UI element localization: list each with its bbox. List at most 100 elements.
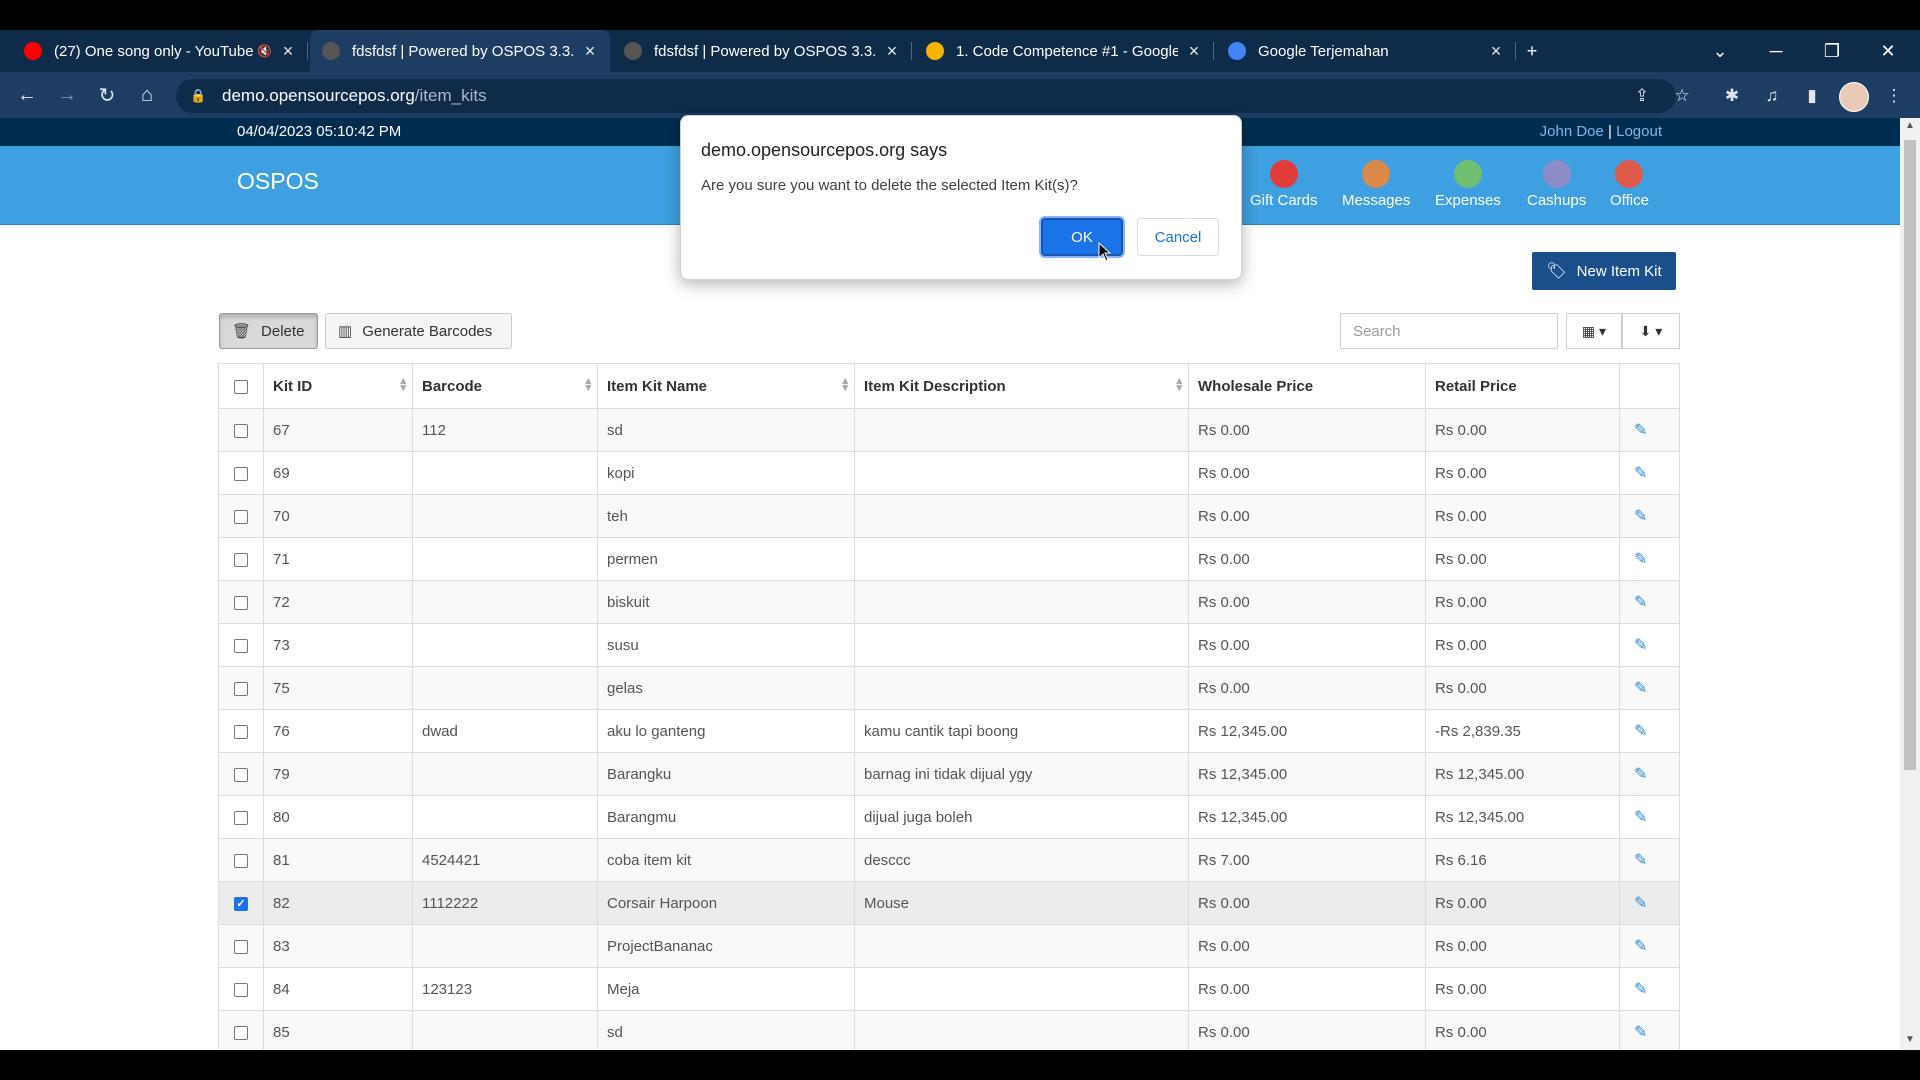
minimize-icon[interactable]: ─	[1748, 30, 1804, 72]
row-checkbox[interactable]: ✓	[234, 896, 248, 911]
edit-icon[interactable]: ✎	[1634, 809, 1647, 826]
tab-search-icon[interactable]: ⌄	[1692, 30, 1748, 72]
close-tab-icon[interactable]: ×	[1486, 41, 1506, 62]
edit-icon[interactable]: ✎	[1634, 852, 1647, 869]
edit-icon[interactable]: ✎	[1634, 680, 1647, 697]
close-tab-icon[interactable]: ×	[278, 41, 298, 62]
column-header[interactable]: Barcode ▴ ▾	[412, 363, 598, 409]
row-checkbox[interactable]	[234, 939, 248, 954]
close-tab-icon[interactable]: ×	[882, 41, 902, 62]
edit-icon[interactable]: ✎	[1634, 766, 1647, 783]
columns-dropdown[interactable]: ▦ ▾	[1566, 313, 1622, 349]
table-row[interactable]: 73 susu Rs 0.00 Rs 0.00 ✎	[218, 623, 1680, 667]
table-row[interactable]: 85 sd Rs 0.00 Rs 0.00 ✎	[218, 1010, 1680, 1050]
table-row[interactable]: ✓ 82 1112222 Corsair Harpoon Mouse Rs 0.00 Rs …	[218, 881, 1680, 925]
home-icon[interactable]: ⌂	[130, 78, 164, 112]
close-tab-icon[interactable]: ×	[1184, 41, 1204, 62]
edit-icon[interactable]: ✎	[1634, 938, 1647, 955]
close-window-icon[interactable]: ✕	[1860, 30, 1916, 72]
close-tab-icon[interactable]: ×	[580, 41, 600, 62]
column-header[interactable]: Kit ID ▴ ▾	[263, 363, 413, 409]
row-checkbox[interactable]	[234, 595, 248, 610]
cell-barcode: 112	[412, 408, 598, 452]
select-all-checkbox[interactable]	[234, 379, 248, 394]
reload-icon[interactable]: ↻	[90, 78, 124, 112]
extensions-icon[interactable]: ✱	[1716, 80, 1748, 112]
search-input[interactable]	[1340, 313, 1558, 349]
bookmark-star-icon[interactable]: ☆	[1666, 80, 1698, 112]
browser-tab[interactable]: fdsfdsf | Powered by OSPOS 3.3.8 ×	[310, 30, 610, 72]
row-select-cell	[218, 451, 264, 495]
browser-tab[interactable]: fdsfdsf | Powered by OSPOS 3.3.8 ×	[612, 30, 912, 72]
row-actions-cell: ✎	[1619, 494, 1680, 538]
table-row[interactable]: 79 Barangku barnag ini tidak dijual ygy Rs …	[218, 752, 1680, 796]
table-row[interactable]: 84 123123 Meja Rs 0.00 Rs 0.00 ✎	[218, 967, 1680, 1011]
delete-button[interactable]: 🗑 Delete	[219, 313, 318, 349]
table-row[interactable]: 72 biskuit Rs 0.00 Rs 0.00 ✎	[218, 580, 1680, 624]
scroll-down-icon[interactable]: ▼	[1903, 1034, 1917, 1045]
logout-link[interactable]: Logout	[1616, 123, 1662, 140]
profile-avatar[interactable]	[1839, 82, 1869, 112]
column-header[interactable]: Item Kit Name ▴ ▾	[597, 363, 855, 409]
edit-icon[interactable]: ✎	[1634, 637, 1647, 654]
row-checkbox[interactable]	[234, 466, 248, 481]
edit-icon[interactable]: ✎	[1634, 1024, 1647, 1041]
edit-icon[interactable]: ✎	[1634, 465, 1647, 482]
browser-tab[interactable]: 1. Code Competence #1 - Google ×	[914, 30, 1214, 72]
edit-icon[interactable]: ✎	[1634, 594, 1647, 611]
nav-expenses[interactable]: Expenses	[1435, 160, 1501, 209]
edit-icon[interactable]: ✎	[1634, 981, 1647, 998]
row-checkbox[interactable]	[234, 1025, 248, 1040]
row-checkbox[interactable]	[234, 767, 248, 782]
column-header[interactable]: Item Kit Description ▴ ▾	[854, 363, 1189, 409]
row-checkbox[interactable]	[234, 681, 248, 696]
edit-icon[interactable]: ✎	[1634, 508, 1647, 525]
scrollbar-thumb[interactable]	[1904, 140, 1916, 770]
brand-logo[interactable]: OSPOS	[237, 168, 319, 195]
row-checkbox[interactable]	[234, 423, 248, 438]
row-checkbox[interactable]	[234, 982, 248, 997]
table-row[interactable]: 76 dwad aku lo ganteng kamu cantik tapi boo…	[218, 709, 1680, 753]
table-row[interactable]: 75 gelas Rs 0.00 Rs 0.00 ✎	[218, 666, 1680, 710]
nav-messages[interactable]: Messages	[1342, 160, 1410, 209]
cell-name: ProjectBananac	[597, 924, 855, 968]
edit-icon[interactable]: ✎	[1634, 551, 1647, 568]
media-control-icon[interactable]: ♫	[1756, 80, 1788, 112]
muted-speaker-icon[interactable]: 🔇	[257, 44, 272, 58]
row-checkbox[interactable]	[234, 853, 248, 868]
table-row[interactable]: 80 Barangmu dijual juga boleh Rs 12,345.00 R…	[218, 795, 1680, 839]
forward-icon[interactable]: →	[50, 78, 84, 112]
row-checkbox[interactable]	[234, 638, 248, 653]
share-icon[interactable]: ⇪	[1626, 80, 1658, 112]
table-row[interactable]: 67 112 sd Rs 0.00 Rs 0.00 ✎	[218, 408, 1680, 452]
edit-icon[interactable]: ✎	[1634, 422, 1647, 439]
row-checkbox[interactable]	[234, 552, 248, 567]
export-dropdown[interactable]: ⬇ ▾	[1622, 313, 1680, 349]
table-row[interactable]: 83 ProjectBananac Rs 0.00 Rs 0.00 ✎	[218, 924, 1680, 968]
row-checkbox[interactable]	[234, 810, 248, 825]
restore-icon[interactable]: ❐	[1804, 30, 1860, 72]
generate-barcodes-button[interactable]: ▥ Generate Barcodes	[325, 313, 512, 349]
browser-menu-icon[interactable]: ⋮	[1878, 80, 1910, 112]
browser-tab[interactable]: (27) One song only - YouTube 🔇 ×	[12, 30, 308, 72]
row-checkbox[interactable]	[234, 724, 248, 739]
nav-gift-cards[interactable]: Gift Cards	[1250, 160, 1318, 209]
table-row[interactable]: 71 permen Rs 0.00 Rs 0.00 ✎	[218, 537, 1680, 581]
table-row[interactable]: 81 4524421 coba item kit desccc Rs 7.00 Rs 6.…	[218, 838, 1680, 882]
side-panel-icon[interactable]: ▮	[1796, 80, 1828, 112]
row-checkbox[interactable]	[234, 509, 248, 524]
address-bar[interactable]: 🔒 demo.opensourcepos.org/item_kits	[176, 79, 1676, 113]
scroll-up-icon[interactable]: ▲	[1903, 120, 1917, 131]
nav-cashups[interactable]: Cashups	[1527, 160, 1586, 209]
edit-icon[interactable]: ✎	[1634, 723, 1647, 740]
back-icon[interactable]: ←	[10, 78, 44, 112]
user-name-link[interactable]: John Doe	[1540, 123, 1604, 140]
edit-icon[interactable]: ✎	[1634, 895, 1647, 912]
new-tab-icon[interactable]: +	[1504, 30, 1560, 72]
browser-tab[interactable]: Google Terjemahan ×	[1216, 30, 1516, 72]
nav-office[interactable]: Office	[1610, 160, 1649, 209]
table-row[interactable]: 70 teh Rs 0.00 Rs 0.00 ✎	[218, 494, 1680, 538]
new-item-kit-button[interactable]: 🏷 New Item Kit	[1532, 252, 1676, 290]
cancel-button[interactable]: Cancel	[1137, 218, 1219, 256]
table-row[interactable]: 69 kopi Rs 0.00 Rs 0.00 ✎	[218, 451, 1680, 495]
